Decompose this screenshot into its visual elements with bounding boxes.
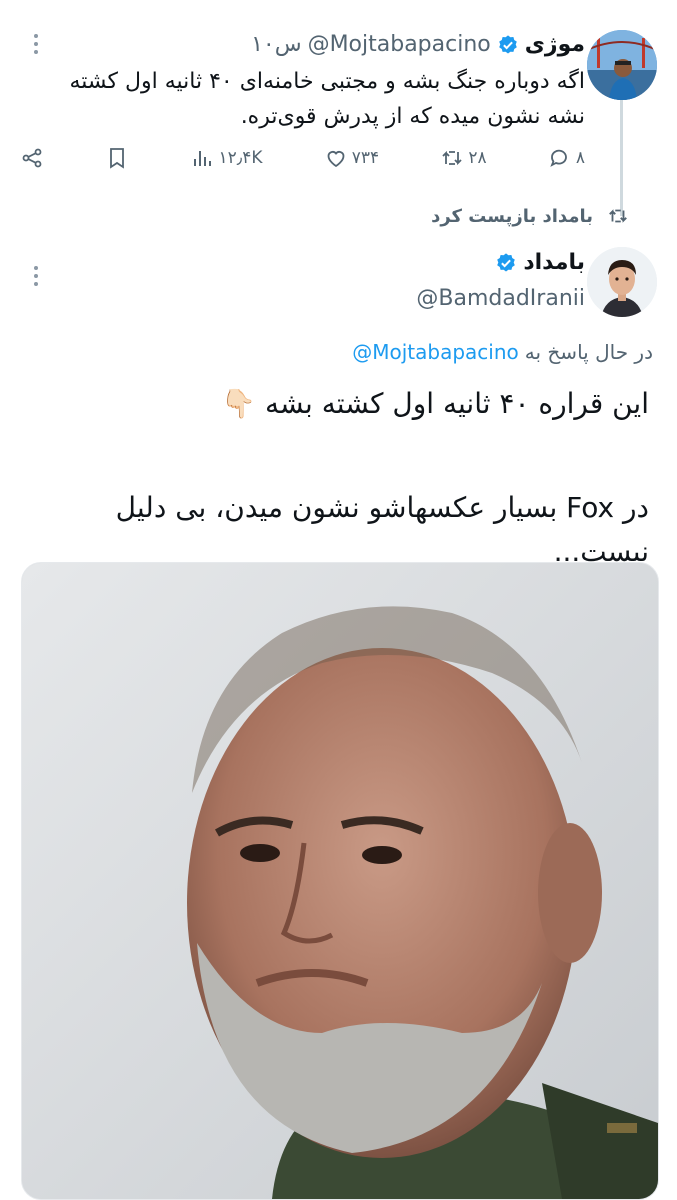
retweet-banner[interactable]: بامداد بازپست کرد (431, 205, 629, 227)
views-icon (194, 151, 212, 166)
author-name[interactable]: موژی (525, 32, 585, 57)
reply-context: در حال پاسخ به @Mojtabapacino (352, 340, 653, 364)
retweet-icon (609, 209, 627, 223)
avatar[interactable] (587, 30, 657, 100)
reply-button[interactable]: ۸ (548, 146, 585, 170)
tweet-text-line: اگه دوباره جنگ بشه و مجتبی خامنه‌ای ۴۰ ث… (69, 69, 585, 94)
tweet-text: اگه دوباره جنگ بشه و مجتبی خامنه‌ای ۴۰ ث… (45, 64, 585, 134)
tweet-text-line: این قراره ۴۰ ثانیه اول کشته بشه 👇🏻 (221, 387, 649, 420)
like-count: ۷۳۴ (351, 148, 380, 168)
reply-prefix: در حال پاسخ به (524, 340, 653, 364)
author-handle[interactable]: @BamdadIranii (416, 286, 585, 311)
share-icon (22, 148, 42, 168)
verified-icon (495, 252, 517, 274)
author-name[interactable]: بامداد (523, 250, 585, 275)
verified-icon (497, 34, 519, 56)
bookmark-icon (110, 148, 125, 169)
avatar[interactable] (587, 247, 657, 317)
more-icon[interactable] (26, 30, 46, 58)
action-bar: ۸ ۲۸ ۷۳۴ ۱۲٫۴K (20, 140, 585, 176)
share-button[interactable] (20, 146, 44, 170)
like-icon (327, 151, 345, 168)
tweet-header: بامداد (495, 250, 585, 275)
timestamp[interactable]: ۱۰س (251, 32, 302, 57)
views-count: ۱۲٫۴K (218, 148, 263, 168)
reply-icon (550, 149, 567, 167)
author-handle[interactable]: @Mojtabapacino (308, 32, 491, 57)
retweet-button[interactable]: ۲۸ (440, 146, 487, 170)
tweet-header: موژی @Mojtabapacino ۱۰س (251, 32, 585, 57)
reply-handle-link[interactable]: @Mojtabapacino (352, 340, 519, 364)
thread-line (620, 98, 623, 216)
bookmark-button[interactable] (105, 146, 129, 170)
more-icon[interactable] (26, 262, 46, 290)
reply-count: ۸ (575, 148, 585, 168)
retweet-banner-text: بامداد بازپست کرد (431, 205, 593, 227)
views-button[interactable]: ۱۲٫۴K (190, 146, 263, 170)
like-button[interactable]: ۷۳۴ (324, 146, 379, 170)
tweet-text-line: در Fox بسیار عکسهاشو نشون میدن، بی دلیل … (115, 491, 649, 568)
retweet-count: ۲۸ (468, 148, 487, 168)
retweet-icon (442, 150, 462, 166)
tweet-photo[interactable] (21, 562, 659, 1200)
tweet-text-line: نشه نشون میده که از پدرش قوی‌تره. (240, 104, 585, 129)
